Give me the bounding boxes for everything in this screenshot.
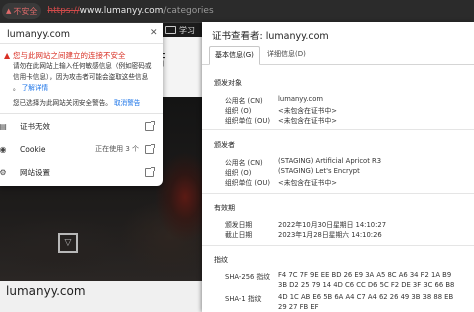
url-scheme: https://	[47, 6, 80, 16]
field-value: 2023年1月28日星期六 14:10:26	[278, 231, 382, 239]
external-link-icon	[145, 166, 155, 177]
certificate-viewer-title: 证书查看者: lumanyy.com	[212, 31, 329, 42]
revoke-warning-link[interactable]: 取消警告	[114, 99, 140, 107]
external-link-icon	[145, 143, 155, 154]
row-label: 证书无效	[20, 121, 50, 131]
security-label: 不安全	[13, 6, 38, 16]
section-heading-fingerprints: 指纹	[214, 256, 228, 264]
field-value: F4 7C 7F 9E EE BD 26 E9 3A A5 8C A6 34 F…	[278, 271, 452, 279]
url-host: www.lumanyy.com	[79, 6, 164, 16]
field-label: 组织单位 (OU)	[225, 179, 270, 187]
warning-line: 信用卡信息），因为攻击者可能会盗取这些信息	[13, 73, 149, 81]
site-logo-icon: ▽	[58, 233, 78, 253]
warning-title: 您与此网站之间建立的连接不安全	[13, 51, 126, 60]
bypass-text: 您已选择为此网站关闭安全警告。	[13, 99, 112, 107]
divider	[202, 193, 474, 194]
field-value: lumanyy.com	[278, 95, 324, 103]
popup-domain: lumanyy.com	[7, 29, 70, 40]
warning-line: 。	[13, 84, 20, 92]
field-label: SHA-256 指纹	[225, 273, 271, 281]
field-label: 组织 (O)	[225, 169, 252, 177]
address-bar[interactable]: ▲ 不安全 https://www.lumanyy.com/categories	[0, 0, 474, 23]
field-value: (STAGING) Let's Encrypt	[278, 167, 360, 175]
footer-domain: lumanyy.com	[6, 284, 86, 298]
field-label: SHA-1 指纹	[225, 295, 262, 303]
field-value: <未包含在证书中>	[278, 179, 337, 187]
external-link-icon	[145, 120, 155, 131]
field-value: <未包含在证书中>	[278, 107, 337, 115]
learn-more-link[interactable]: 了解详情	[22, 84, 48, 92]
field-label: 组织单位 (OU)	[225, 117, 270, 125]
section-heading-validity: 有效期	[214, 204, 235, 212]
folder-icon	[165, 26, 176, 34]
field-label: 公用名 (CN)	[225, 159, 263, 167]
row-label: Cookie	[20, 144, 46, 154]
site-settings-row[interactable]: ⚙ 网站设置	[0, 161, 163, 183]
close-icon[interactable]: ✕	[150, 28, 158, 38]
cookie-icon: ◉	[0, 144, 7, 154]
bookmark-folder[interactable]: 学习	[165, 23, 205, 37]
field-value: 3B D2 25 79 14 4D C6 CC D6 5C F2 DE 3F 3…	[278, 281, 455, 289]
divider	[0, 113, 163, 114]
row-label: 网站设置	[20, 167, 50, 177]
field-value: 29 27 FB EF	[278, 303, 319, 311]
warning-triangle-icon: ▲	[4, 51, 11, 60]
security-indicator[interactable]: ▲ 不安全	[2, 3, 42, 19]
divider	[0, 43, 163, 44]
tab-general[interactable]: 基本信息(G)	[209, 46, 260, 65]
cookie-count: 正在使用 3 个	[95, 145, 139, 153]
bookmark-folder-label: 学习	[179, 25, 195, 35]
url-text[interactable]: https://www.lumanyy.com/categories	[47, 6, 213, 16]
gear-icon: ⚙	[0, 167, 7, 177]
field-value: <未包含在证书中>	[278, 117, 337, 125]
field-value: 4D 1C AB E6 5B 6A A4 C7 A4 62 26 49 3B 3…	[278, 293, 454, 301]
field-label: 颁发日期	[225, 221, 253, 229]
section-heading-issued-to: 颁发对象	[214, 79, 242, 87]
field-label: 公用名 (CN)	[225, 97, 263, 105]
site-info-popup: lumanyy.com ✕ ▲ 您与此网站之间建立的连接不安全 请勿在此网站上输…	[0, 23, 163, 186]
tab-details[interactable]: 详细信息(D)	[262, 46, 311, 63]
certificate-icon: ▤	[0, 121, 7, 131]
divider	[202, 245, 474, 246]
bypass-notice: 您已选择为此网站关闭安全警告。 取消警告	[13, 97, 140, 107]
divider	[202, 129, 474, 130]
warning-line: 请勿在此网站上输入任何敏感信息（例如密码或	[13, 62, 152, 70]
field-label: 截止日期	[225, 231, 253, 239]
certificate-invalid-row[interactable]: ▤ 证书无效	[0, 115, 163, 137]
field-value: 2022年10月30日星期日 14:10:27	[278, 221, 387, 229]
tab-bar: 基本信息(G) 详细信息(D)	[202, 46, 474, 65]
field-value: (STAGING) Artificial Apricot R3	[278, 157, 382, 165]
cookie-row[interactable]: ◉ Cookie 正在使用 3 个	[0, 138, 163, 160]
warning-description: 请勿在此网站上输入任何敏感信息（例如密码或 信用卡信息），因为攻击者可能会盗取这…	[13, 61, 159, 94]
field-label: 组织 (O)	[225, 107, 252, 115]
section-heading-issued-by: 颁发者	[214, 141, 235, 149]
url-path: /categories	[163, 6, 214, 16]
certificate-viewer: 证书查看者: lumanyy.com 基本信息(G) 详细信息(D) 颁发对象 …	[202, 22, 474, 312]
warning-triangle-icon: ▲	[6, 7, 12, 15]
